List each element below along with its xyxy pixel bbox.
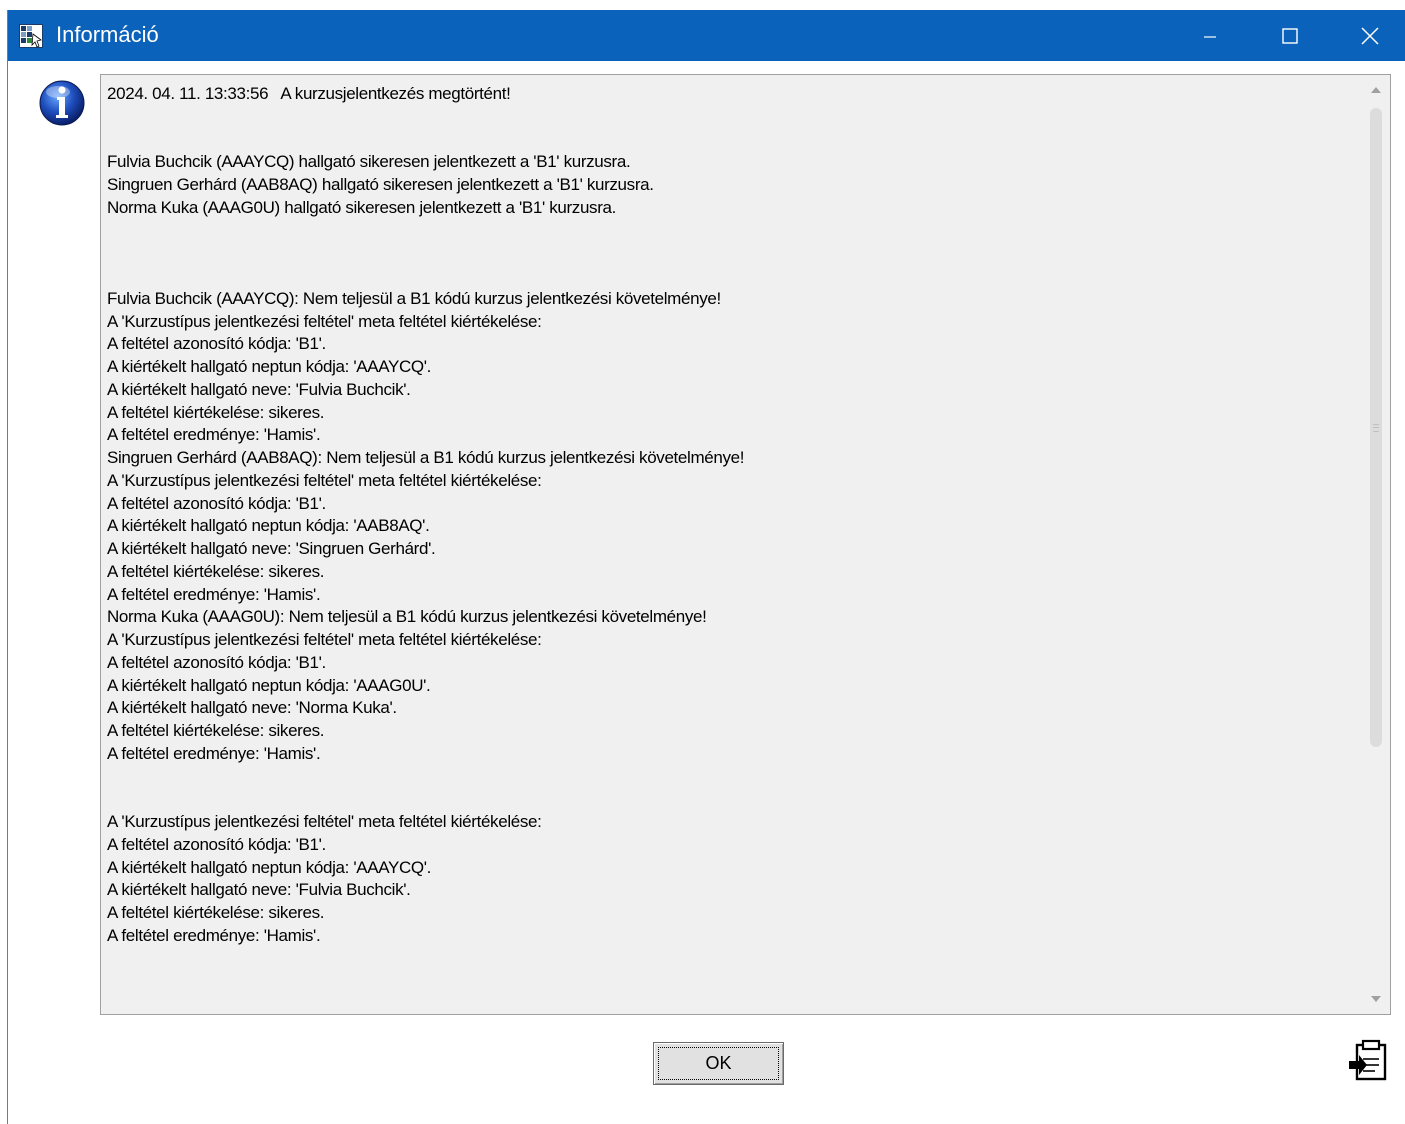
vertical-scrollbar[interactable]	[1363, 75, 1390, 1014]
window-title: Információ	[56, 22, 159, 47]
scroll-up-arrow-icon[interactable]	[1369, 83, 1383, 97]
maximize-icon	[1281, 27, 1299, 45]
minimize-icon	[1202, 28, 1218, 44]
ok-button[interactable]: OK	[653, 1042, 784, 1085]
message-text: 2024. 04. 11. 13:33:56 A kurzusjelentkez…	[107, 84, 745, 945]
maximize-button[interactable]	[1250, 10, 1330, 61]
copy-to-clipboard-icon	[1347, 1039, 1391, 1088]
information-dialog: Információ 2024. 04. 11. 13:33:56 A kurz…	[7, 10, 1405, 1124]
scroll-down-arrow-icon[interactable]	[1369, 992, 1383, 1006]
scrollbar-grip-icon	[1373, 424, 1379, 432]
info-icon	[34, 74, 90, 130]
close-icon	[1360, 26, 1380, 46]
ok-button-label: OK	[705, 1053, 732, 1073]
copy-to-clipboard-button[interactable]	[1346, 1039, 1392, 1088]
scrollbar-thumb[interactable]	[1370, 108, 1382, 747]
message-text-area[interactable]: 2024. 04. 11. 13:33:56 A kurzusjelentkez…	[100, 74, 1391, 1015]
app-icon	[19, 24, 43, 48]
close-button[interactable]	[1330, 10, 1405, 61]
minimize-button[interactable]	[1170, 10, 1250, 61]
title-bar[interactable]: Információ	[8, 10, 1405, 61]
